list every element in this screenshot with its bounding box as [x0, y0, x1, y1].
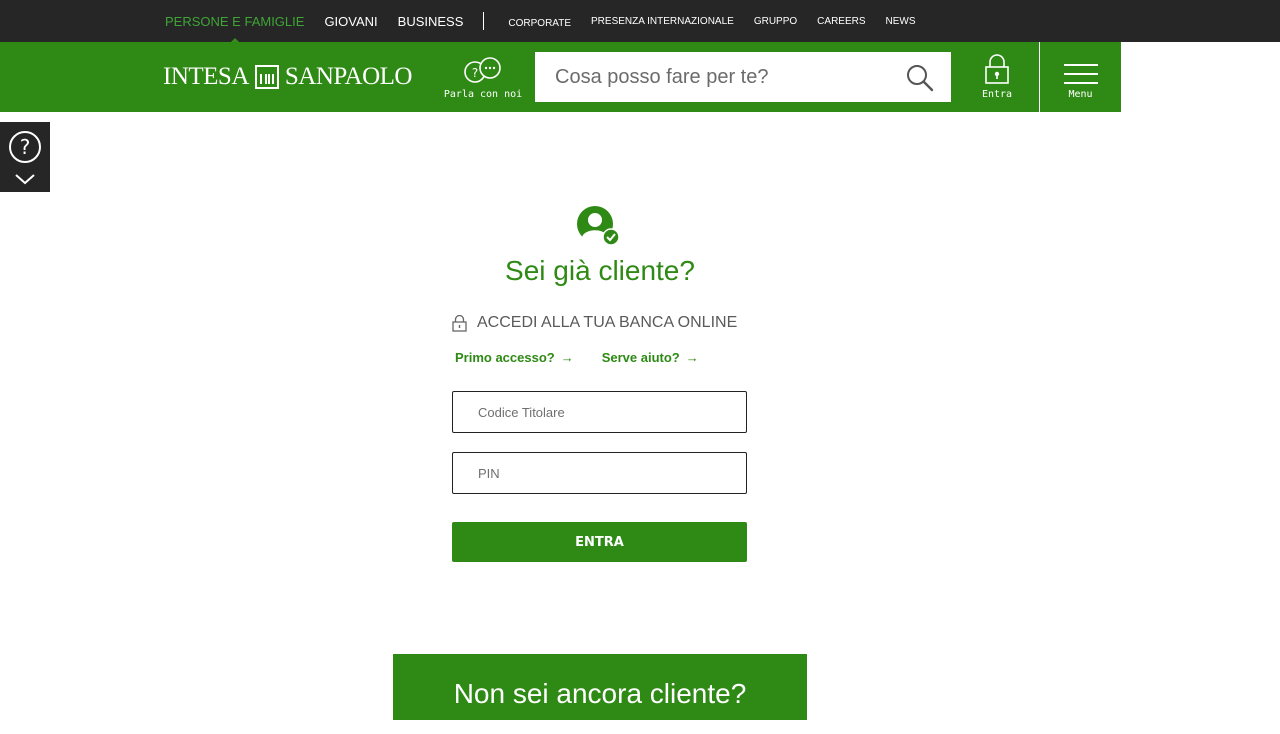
pin-input[interactable]: [453, 453, 746, 493]
codice-titolare-field: [452, 391, 747, 433]
hamburger-icon: [1063, 64, 1098, 84]
brand-logo[interactable]: INTESA SANPAOLO: [163, 62, 412, 92]
entra-header-button[interactable]: Entra: [955, 42, 1039, 112]
entra-submit-button[interactable]: ENTRA: [452, 522, 747, 562]
nav-careers[interactable]: CAREERS: [817, 16, 865, 27]
nav-persone-famiglie[interactable]: PERSONE E FAMIGLIE: [165, 14, 304, 44]
login-title: Sei già cliente?: [505, 255, 695, 286]
search-icon[interactable]: [905, 63, 935, 93]
accedi-label: ACCEDI ALLA TUA BANCA ONLINE: [477, 314, 738, 331]
entra-header-label: Entra: [981, 89, 1013, 100]
chat-icon: ?: [464, 57, 501, 83]
arrow-right-icon: →: [560, 350, 574, 365]
parla-con-noi-button[interactable]: ? Parla con noi: [440, 56, 526, 100]
top-bar: PERSONE E FAMIGLIE GIOVANI BUSINESS CORP…: [0, 0, 1280, 44]
serve-aiuto-label: Serve aiuto?: [601, 350, 680, 365]
top-nav: PERSONE E FAMIGLIE GIOVANI BUSINESS CORP…: [165, 0, 936, 44]
nav-giovani[interactable]: GIOVANI: [324, 14, 377, 29]
arrow-right-icon: →: [685, 350, 699, 365]
non-sei-cliente-banner[interactable]: Non sei ancora cliente?: [393, 654, 807, 720]
menu-label: Menu: [1068, 89, 1093, 100]
help-icon: ?: [9, 131, 41, 163]
accedi-heading: ACCEDI ALLA TUA BANCA ONLINE: [452, 314, 737, 332]
nav-separator: [483, 12, 485, 30]
logo-text-left: INTESA: [163, 63, 249, 90]
search-box: [535, 52, 951, 102]
lock-icon: [985, 54, 1009, 84]
serve-aiuto-link[interactable]: Serve aiuto? →: [602, 350, 699, 365]
nav-corporate[interactable]: CORPORATE: [508, 18, 571, 29]
logo-mark-icon: [254, 65, 279, 89]
nav-news[interactable]: NEWS: [886, 16, 916, 27]
svg-text:?: ?: [472, 66, 478, 80]
lock-icon: [452, 314, 467, 332]
primo-accesso-link[interactable]: Primo accesso? →: [455, 350, 574, 365]
chevron-down-icon: [15, 174, 35, 185]
help-widget[interactable]: ?: [0, 122, 50, 192]
login-links: Primo accesso? → Serve aiuto? →: [455, 350, 727, 365]
svg-text:?: ?: [20, 135, 31, 159]
search-input[interactable]: [535, 52, 895, 102]
codice-titolare-input[interactable]: [453, 392, 746, 432]
pin-field: [452, 452, 747, 494]
menu-button[interactable]: Menu: [1039, 42, 1121, 112]
nav-gruppo[interactable]: GRUPPO: [754, 16, 797, 27]
nav-business[interactable]: BUSINESS: [398, 14, 464, 29]
main-header: INTESA SANPAOLO ? Parla con noi Entra: [0, 42, 1121, 112]
primo-accesso-label: Primo accesso?: [455, 350, 555, 365]
parla-label: Parla con noi: [443, 89, 523, 100]
user-check-icon: [577, 206, 620, 246]
nav-presenza-internazionale[interactable]: PRESENZA INTERNAZIONALE: [591, 16, 734, 27]
logo-text-right: SANPAOLO: [284, 63, 413, 90]
